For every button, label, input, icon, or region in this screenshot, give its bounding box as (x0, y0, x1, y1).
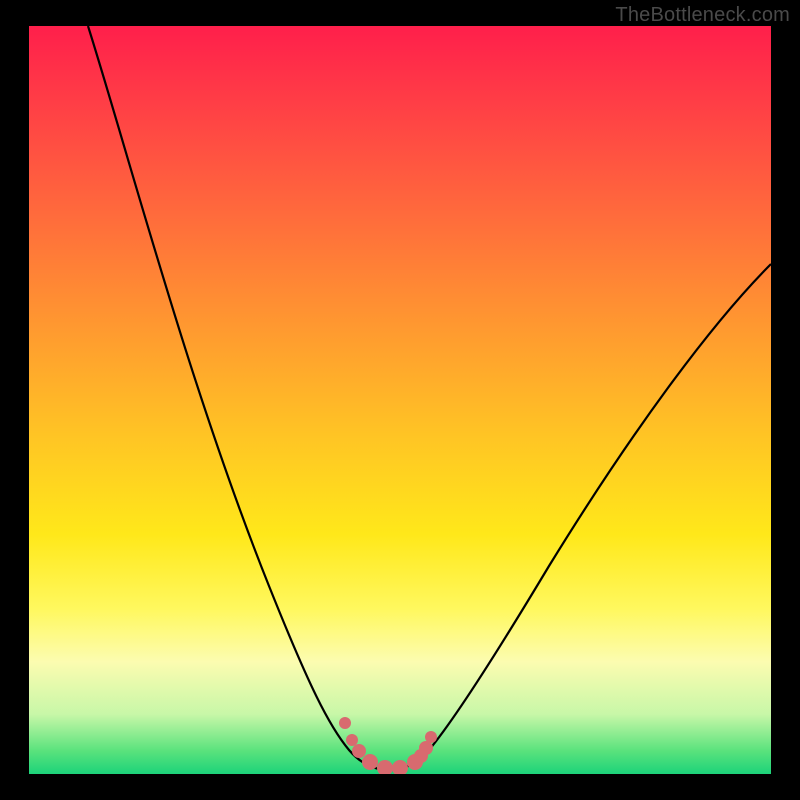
bottleneck-curve (88, 26, 771, 770)
watermark-text: TheBottleneck.com (615, 4, 790, 27)
curve-layer (29, 26, 771, 774)
highlight-markers (339, 717, 437, 774)
chart-frame (29, 26, 771, 774)
